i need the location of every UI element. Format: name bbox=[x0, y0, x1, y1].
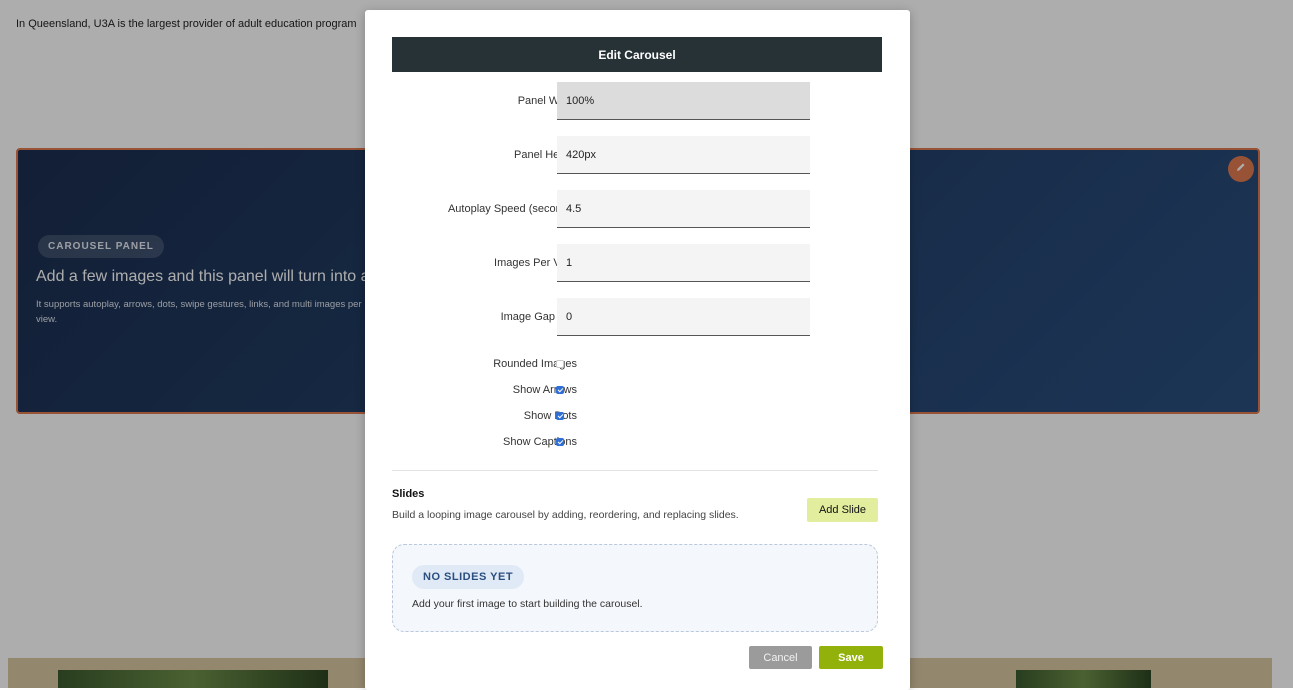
empty-slides-text: Add your first image to start building t… bbox=[412, 598, 643, 610]
panel-height-row: Panel Height bbox=[392, 136, 882, 174]
add-slide-button[interactable]: Add Slide bbox=[807, 498, 878, 522]
rounded-images-row: Rounded Images bbox=[392, 356, 882, 372]
rounded-images-checkbox[interactable] bbox=[556, 360, 564, 368]
show-arrows-label: Show Arrows bbox=[512, 384, 577, 396]
images-per-view-row: Images Per View bbox=[392, 244, 882, 282]
panel-width-input[interactable] bbox=[557, 82, 810, 120]
slides-section-title: Slides bbox=[392, 488, 425, 500]
rounded-images-label: Rounded Images bbox=[493, 358, 577, 370]
image-gap-input[interactable] bbox=[557, 298, 810, 336]
edit-carousel-dialog: Edit Carousel Panel Width Panel Height A… bbox=[365, 10, 910, 690]
images-per-view-input[interactable] bbox=[557, 244, 810, 282]
show-arrows-checkbox[interactable] bbox=[556, 386, 564, 394]
dialog-title: Edit Carousel bbox=[392, 37, 882, 72]
section-divider bbox=[392, 470, 878, 471]
show-dots-label: Show Dots bbox=[523, 410, 577, 422]
panel-height-input[interactable] bbox=[557, 136, 810, 174]
empty-slides-box: NO SLIDES YET Add your first image to st… bbox=[392, 544, 878, 632]
show-captions-checkbox[interactable] bbox=[556, 438, 564, 446]
show-dots-checkbox[interactable] bbox=[556, 412, 564, 420]
autoplay-speed-input[interactable] bbox=[557, 190, 810, 228]
cancel-button[interactable]: Cancel bbox=[749, 646, 812, 669]
show-captions-row: Show Captions bbox=[392, 434, 882, 450]
show-dots-row: Show Dots bbox=[392, 408, 882, 424]
panel-width-row: Panel Width bbox=[392, 82, 882, 120]
show-arrows-row: Show Arrows bbox=[392, 382, 882, 398]
save-button[interactable]: Save bbox=[819, 646, 883, 669]
autoplay-speed-row: Autoplay Speed (seconds) bbox=[392, 190, 882, 228]
image-gap-row: Image Gap (px) bbox=[392, 298, 882, 336]
slides-section-description: Build a looping image carousel by adding… bbox=[392, 509, 739, 521]
show-captions-label: Show Captions bbox=[503, 436, 577, 448]
no-slides-badge: NO SLIDES YET bbox=[412, 565, 525, 589]
